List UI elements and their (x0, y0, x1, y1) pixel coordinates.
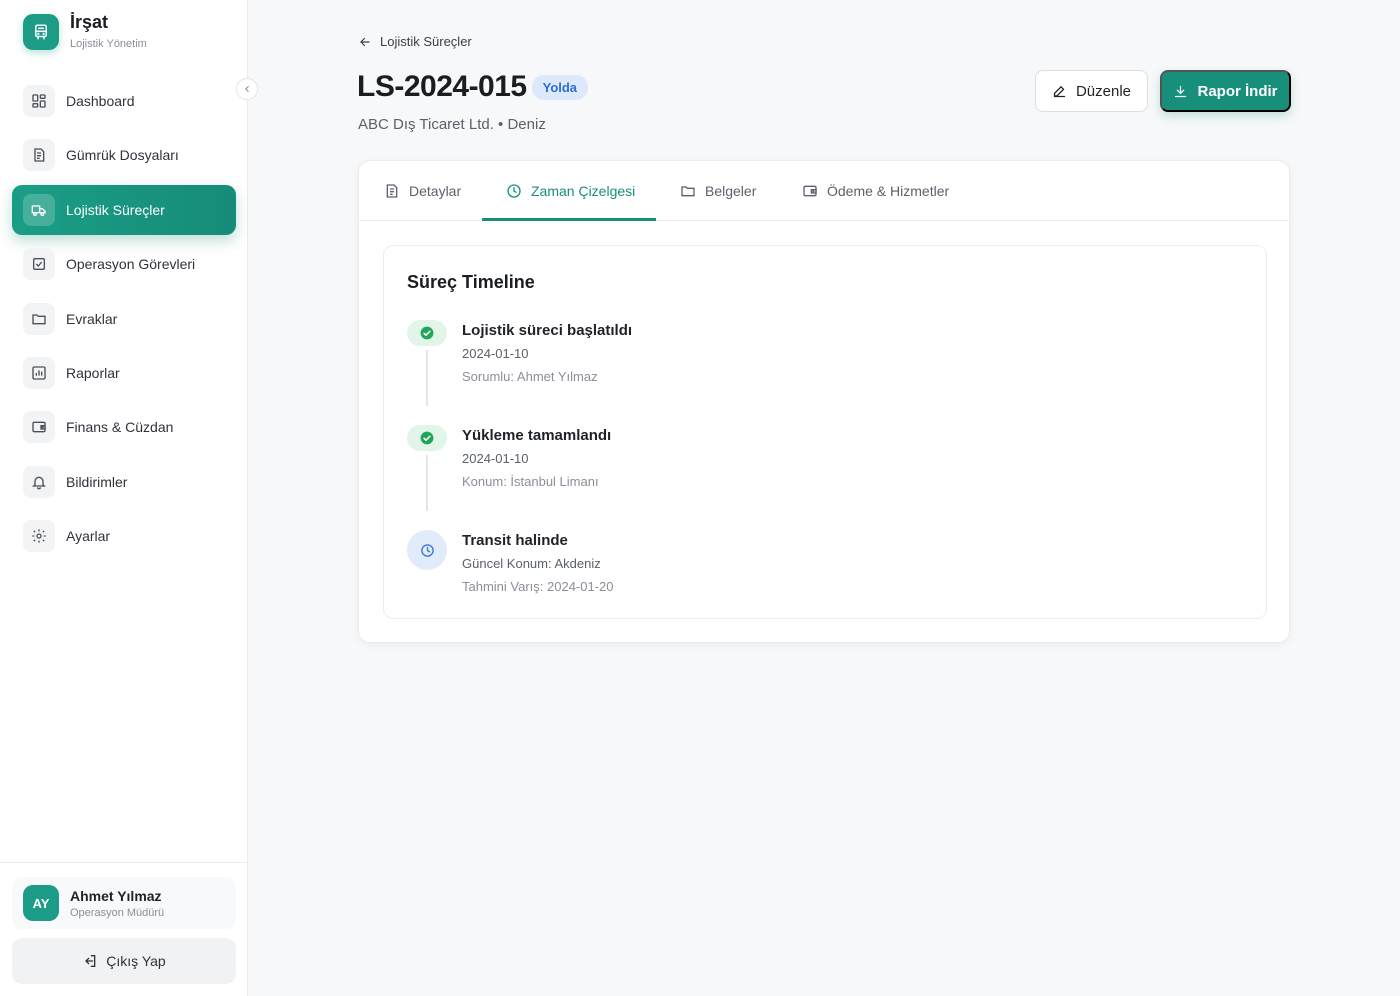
logout-label: Çıkış Yap (106, 953, 166, 969)
bar-chart-icon (23, 356, 55, 389)
bus-icon (23, 14, 59, 50)
document-icon (384, 183, 409, 199)
timeline-connector (426, 455, 428, 511)
folder-icon (23, 302, 55, 335)
sidebar-item-label: Finans & Cüzdan (66, 419, 174, 436)
status-badge: Yolda (531, 74, 589, 100)
tab-timeline[interactable]: Zaman Çizelgesi (506, 161, 635, 221)
timeline-item-date: 2024-01-10 (462, 346, 529, 361)
sidebar-item-dashboard[interactable]: Dashboard (12, 76, 236, 126)
page-header: LS-2024-015 Yolda (357, 70, 589, 104)
sidebar-collapse-button[interactable] (236, 78, 258, 100)
chevron-left-icon (242, 84, 252, 94)
sidebar-item-label: Bildirimler (66, 473, 128, 490)
grid-icon (23, 85, 55, 117)
sidebar-item-customs-files[interactable]: Gümrük Dosyaları (12, 130, 236, 180)
brand[interactable]: İrşat Lojistik Yönetim (23, 12, 147, 50)
sidebar-item-operation-tasks[interactable]: Operasyon Görevleri (12, 239, 236, 289)
download-report-button[interactable]: Rapor İndir (1160, 70, 1291, 112)
timeline-item-title: Yükleme tamamlandı (462, 427, 612, 444)
timeline-item-title: Lojistik süreci başlatıldı (462, 322, 633, 339)
brand-subtitle: Lojistik Yönetim (70, 38, 147, 50)
bell-icon (23, 465, 55, 498)
check-circle-icon (407, 320, 447, 346)
timeline-item-date: 2024-01-10 (462, 451, 529, 466)
sidebar-item-settings[interactable]: Ayarlar (12, 511, 236, 561)
tab-label: Belgeler (705, 183, 757, 199)
user-role: Operasyon Müdürü (70, 906, 165, 919)
sidebar-footer: AY Ahmet Yılmaz Operasyon Müdürü Çıkış Y… (0, 862, 248, 996)
clock-icon (506, 183, 531, 199)
timeline-title: Süreç Timeline (407, 272, 535, 292)
sidebar-item-label: Dashboard (66, 93, 135, 109)
active-tab-indicator (482, 218, 656, 221)
sidebar-item-label: Evraklar (66, 310, 118, 327)
tab-label: Detaylar (409, 183, 462, 199)
edit-button[interactable]: Düzenle (1035, 70, 1148, 112)
brand-title: İrşat (70, 12, 109, 32)
sidebar-item-finance[interactable]: Finans & Cüzdan (12, 402, 236, 452)
timeline-panel: Süreç Timeline Lojistik süreci başlatıld… (383, 245, 1267, 619)
gear-icon (23, 520, 55, 553)
process-card: Detaylar Zaman Çizelgesi Belgeler Ödeme … (358, 160, 1290, 643)
tab-bar: Detaylar Zaman Çizelgesi Belgeler Ödeme … (359, 161, 1289, 221)
arrow-left-icon (358, 35, 380, 49)
folder-icon (680, 183, 705, 199)
check-square-icon (23, 248, 55, 281)
timeline-item-detail: Sorumlu: Ahmet Yılmaz (462, 369, 598, 384)
sidebar-item-notifications[interactable]: Bildirimler (12, 457, 236, 507)
pencil-icon (1052, 84, 1076, 99)
sidebar-item-documents[interactable]: Evraklar (12, 294, 236, 344)
edit-button-label: Düzenle (1075, 82, 1132, 100)
page-title: LS-2024-015 (357, 70, 527, 103)
timeline-item-location: Güncel Konum: Akdeniz (462, 556, 601, 571)
logout-icon (82, 953, 106, 969)
tab-details[interactable]: Detaylar (384, 161, 461, 221)
timeline-connector (426, 350, 428, 406)
sidebar-item-label: Operasyon Görevleri (66, 256, 196, 273)
download-report-label: Rapor İndir (1197, 82, 1278, 100)
tab-payment-services[interactable]: Ödeme & Hizmetler (802, 161, 949, 221)
timeline-item-title: Transit halinde (462, 532, 568, 549)
sidebar-item-label: Lojistik Süreçler (66, 201, 165, 218)
back-link-label: Lojistik Süreçler (380, 34, 472, 49)
check-circle-icon (407, 425, 447, 451)
clock-icon (407, 530, 447, 570)
timeline-item-detail: Konum: İstanbul Limanı (462, 474, 599, 489)
sidebar-item-label: Gümrük Dosyaları (66, 147, 179, 164)
sidebar-item-reports[interactable]: Raporlar (12, 348, 236, 398)
tab-label: Zaman Çizelgesi (531, 183, 636, 199)
sidebar: İrşat Lojistik Yönetim Dashboard Gümrük … (0, 0, 248, 996)
avatar: AY (23, 885, 59, 921)
wallet-icon (802, 183, 827, 199)
user-name: Ahmet Yılmaz (70, 887, 162, 904)
download-icon (1173, 84, 1197, 99)
timeline-item-eta: Tahmini Varış: 2024-01-20 (462, 579, 614, 594)
user-card[interactable]: AY Ahmet Yılmaz Operasyon Müdürü (12, 877, 236, 929)
sidebar-item-logistics[interactable]: Lojistik Süreçler (12, 184, 236, 235)
tab-documents[interactable]: Belgeler (680, 161, 756, 221)
sidebar-nav: Dashboard Gümrük Dosyaları Lojistik Süre… (12, 76, 236, 566)
file-text-icon (23, 139, 55, 172)
truck-icon (23, 193, 55, 226)
sidebar-item-label: Ayarlar (66, 528, 111, 545)
tab-label: Ödeme & Hizmetler (827, 183, 950, 199)
wallet-icon (23, 411, 55, 444)
logout-button[interactable]: Çıkış Yap (12, 938, 236, 984)
sidebar-item-label: Raporlar (66, 364, 120, 381)
page-subtitle: ABC Dış Ticaret Ltd. • Deniz (358, 116, 546, 133)
back-link[interactable]: Lojistik Süreçler (358, 34, 472, 49)
